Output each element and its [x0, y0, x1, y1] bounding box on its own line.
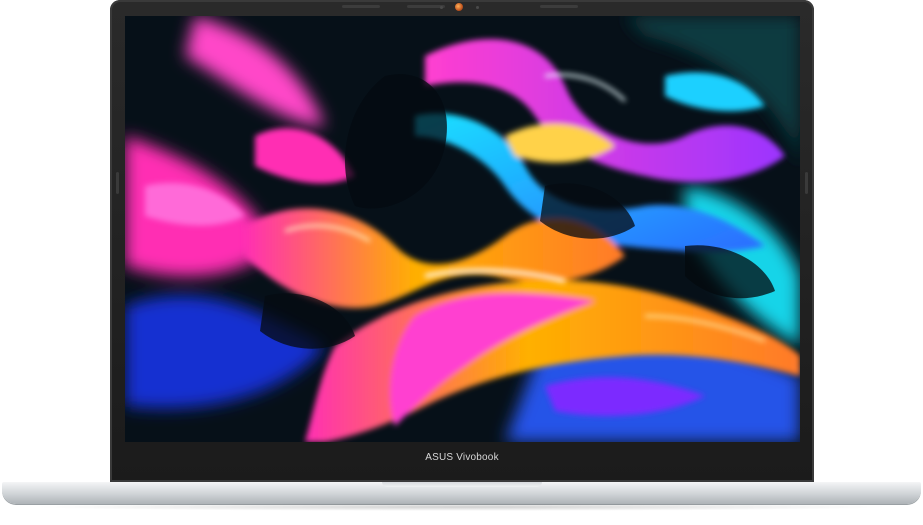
sensor-dot — [440, 6, 443, 9]
bezel-notch — [116, 172, 119, 194]
bezel-notch — [805, 172, 808, 194]
brand-label: ASUS Vivobook — [425, 452, 499, 463]
laptop-screen — [125, 16, 800, 442]
bezel-slot — [342, 5, 380, 8]
bezel-slot — [540, 5, 578, 8]
sensor-dot — [476, 6, 479, 9]
laptop-lid: ASUS Vivobook — [110, 0, 814, 482]
base-shadow — [30, 503, 893, 511]
product-image: ASUS Vivobook — [0, 0, 923, 525]
abstract-wallpaper — [125, 16, 800, 442]
laptop-base — [2, 482, 921, 504]
webcam-icon — [455, 3, 463, 11]
hinge-lip — [382, 482, 542, 487]
